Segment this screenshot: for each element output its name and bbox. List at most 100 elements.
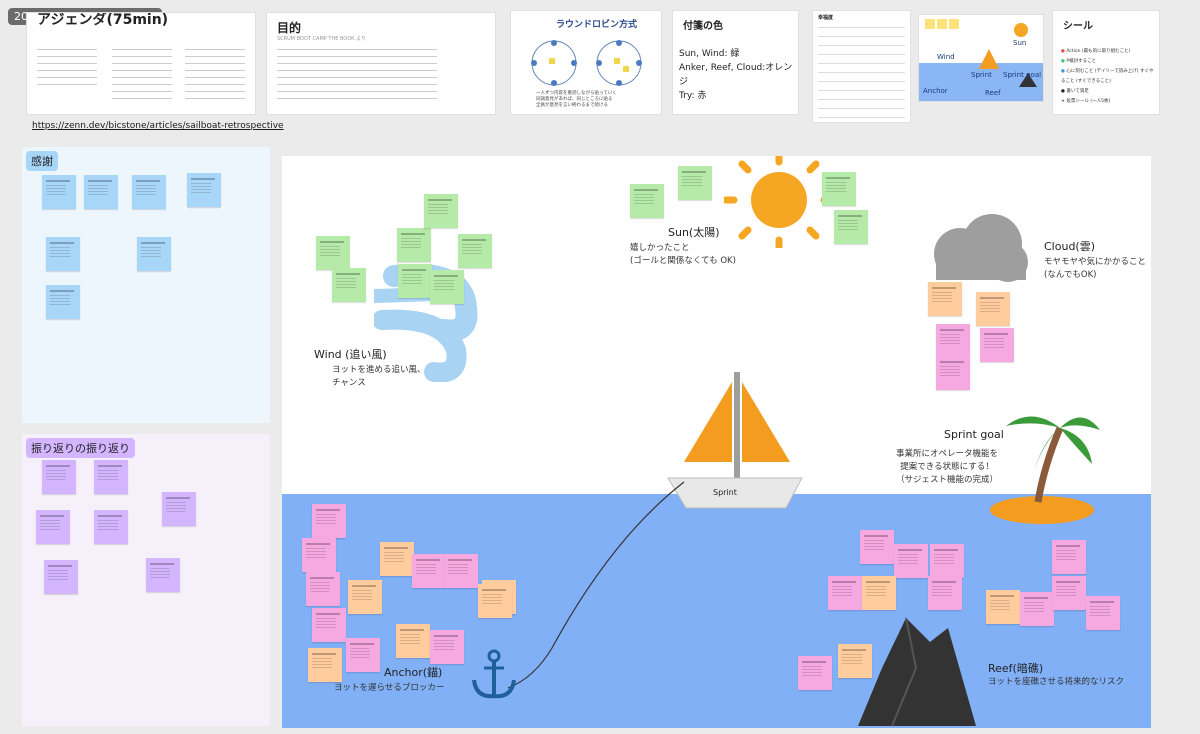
- sticky-note[interactable]: [46, 285, 80, 319]
- sticky-note[interactable]: [302, 538, 336, 572]
- sticky-note[interactable]: [928, 282, 962, 316]
- sticky-note[interactable]: [137, 237, 171, 271]
- sticky-note[interactable]: [930, 544, 964, 578]
- sticky-note[interactable]: [396, 624, 430, 658]
- sticky-note[interactable]: [828, 576, 862, 610]
- sticky-note[interactable]: [398, 264, 432, 298]
- sticky-note[interactable]: [1020, 592, 1054, 626]
- wind-title: Wind (追い風): [314, 348, 387, 361]
- sailboat-board[interactable]: Sprint Wind (追い風) ヨットを進める追い風、 チャンス Sun(太…: [282, 156, 1151, 728]
- sticky-note[interactable]: [986, 590, 1020, 624]
- agenda-column-2: [112, 49, 172, 99]
- sticky-note[interactable]: [860, 530, 894, 564]
- mini-note: [949, 19, 959, 29]
- sticky-note[interactable]: [306, 572, 340, 606]
- sticky-note[interactable]: [458, 234, 492, 268]
- sticky-note[interactable]: [332, 268, 366, 302]
- sticky-note[interactable]: [678, 166, 712, 200]
- sticky-note[interactable]: [936, 356, 970, 390]
- sticky-note[interactable]: [36, 510, 70, 544]
- sticky-note[interactable]: [94, 510, 128, 544]
- note-color-line-1: Sun, Wind: 緑: [679, 49, 740, 59]
- sticky-note[interactable]: [834, 210, 868, 244]
- sticky-note[interactable]: [42, 175, 76, 209]
- sticky-note[interactable]: [412, 554, 446, 588]
- sticky-note[interactable]: [312, 504, 346, 538]
- sticky-note[interactable]: [132, 175, 166, 209]
- sticky-note[interactable]: [308, 648, 342, 682]
- sticky-note[interactable]: [980, 328, 1014, 362]
- sticky-note[interactable]: [424, 194, 458, 228]
- sticky-note[interactable]: [936, 324, 970, 358]
- mini-sun-icon: [1014, 23, 1028, 37]
- sticky-note[interactable]: [430, 270, 464, 304]
- agenda-card[interactable]: アジェンダ(75min): [26, 12, 256, 115]
- note-color-line-3: Try: 赤: [679, 91, 707, 101]
- sticky-note[interactable]: [44, 560, 78, 594]
- sticky-note[interactable]: [430, 630, 464, 664]
- stickers-card[interactable]: シール ● Action (最も的に取り組むこと) ● P検討すること ● 心に…: [1052, 10, 1160, 115]
- sticky-note[interactable]: [1052, 540, 1086, 574]
- sticky-note[interactable]: [312, 608, 346, 642]
- sticky-note[interactable]: [316, 236, 350, 270]
- red-dot-icon: ●: [1061, 49, 1065, 54]
- sticky-note[interactable]: [1086, 596, 1120, 630]
- reference-link[interactable]: https://zenn.dev/bicstone/articles/sailb…: [32, 121, 284, 131]
- sticky-note[interactable]: [822, 172, 856, 206]
- sticky-note[interactable]: [380, 542, 414, 576]
- sticky-note[interactable]: [84, 175, 118, 209]
- sticky-note[interactable]: [798, 656, 832, 690]
- sticky-note[interactable]: [928, 576, 962, 610]
- roundrobin-diagram: [531, 40, 642, 86]
- sticky-note[interactable]: [862, 576, 896, 610]
- sticky-note[interactable]: [1052, 576, 1086, 610]
- sticky-note[interactable]: [348, 580, 382, 614]
- mini-label-wind: Wind: [937, 53, 955, 61]
- mini-label-sun: Sun: [1013, 39, 1027, 47]
- thanks-tag: 感謝: [26, 151, 58, 171]
- sailboat-mini-card[interactable]: Wind Sun Sprint Sprint goal Anchor Reef: [918, 14, 1044, 102]
- vote-icon: ★: [1061, 99, 1066, 104]
- island-icon: [990, 416, 1100, 524]
- sticky-note[interactable]: [187, 173, 221, 207]
- roundrobin-card[interactable]: ラウンドロビン方式 一人ずつ内容を重読しながら貼っていく 同調意見があれば、同じ…: [510, 10, 662, 115]
- mini-note: [937, 19, 947, 29]
- anchor-desc: ヨットを遅らせるブロッカー: [334, 683, 445, 693]
- anchor-icon: [472, 649, 516, 699]
- sprint-goal-title: Sprint goal: [944, 428, 1004, 441]
- happiness-title: 幸福度: [818, 15, 834, 21]
- agenda-column-3: [185, 49, 245, 99]
- green-dot-icon: ●: [1061, 59, 1065, 64]
- sun-desc: 嬉しかったこと (ゴールと関係なくても OK): [630, 243, 736, 266]
- sticky-note[interactable]: [838, 644, 872, 678]
- sticky-note[interactable]: [46, 237, 80, 271]
- reef-desc: ヨットを座礁させる将来的なリスク: [988, 677, 1125, 687]
- sticky-note[interactable]: [444, 554, 478, 588]
- purpose-card[interactable]: 目的 SCRUM BOOT CAMP THE BOOK より: [266, 12, 496, 115]
- sticky-note[interactable]: [146, 558, 180, 592]
- sticky-note[interactable]: [94, 460, 128, 494]
- sticky-note[interactable]: [42, 460, 76, 494]
- thanks-panel[interactable]: 感謝: [22, 147, 270, 423]
- sun-title: Sun(太陽): [668, 226, 720, 239]
- sticky-note[interactable]: [630, 184, 664, 218]
- sticker-item-4: ● 書いて満足: [1061, 89, 1089, 94]
- note-colors-card[interactable]: 付箋の色 Sun, Wind: 緑 Anker, Reef, Cloud:オレン…: [672, 10, 799, 115]
- sticky-note[interactable]: [397, 228, 431, 262]
- sticky-note[interactable]: [976, 292, 1010, 326]
- sticky-note[interactable]: [346, 638, 380, 672]
- review-panel[interactable]: 振り返りの振り返り: [22, 434, 270, 726]
- mini-label-sprint: Sprint: [971, 71, 992, 79]
- note-color-line-2: Anker, Reef, Cloud:オレンジ: [679, 63, 793, 87]
- happiness-card[interactable]: 幸福度: [812, 10, 911, 123]
- blue-dot-icon: ●: [1061, 69, 1065, 74]
- review-tag: 振り返りの振り返り: [26, 438, 135, 458]
- sticky-note[interactable]: [478, 584, 512, 618]
- mini-sail-icon: [979, 49, 999, 69]
- reef-title: Reef(暗礁): [988, 662, 1044, 675]
- agenda-column-1: [37, 49, 97, 89]
- anchor-title: Anchor(錨): [384, 666, 443, 679]
- sticky-note[interactable]: [894, 544, 928, 578]
- sticky-note[interactable]: [162, 492, 196, 526]
- mini-label-anchor: Anchor: [923, 87, 948, 95]
